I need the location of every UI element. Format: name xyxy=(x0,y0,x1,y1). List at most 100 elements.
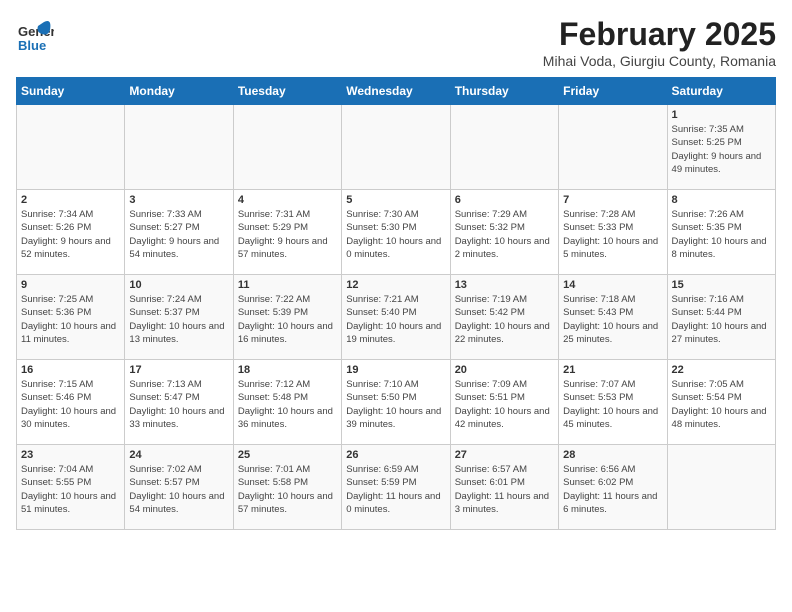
calendar-day-cell xyxy=(667,445,775,530)
calendar-day-cell: 26 Sunrise: 6:59 AM Sunset: 5:59 PM Dayli… xyxy=(342,445,450,530)
day-number: 27 xyxy=(455,449,554,461)
day-info: Sunrise: 7:10 AM Sunset: 5:50 PM Dayligh… xyxy=(346,378,445,431)
calendar-day-cell: 5 Sunrise: 7:30 AM Sunset: 5:30 PM Daylig… xyxy=(342,190,450,275)
day-number: 18 xyxy=(238,364,337,376)
calendar-day-cell: 9Sunrise: 7:25 AM Sunset: 5:36 PM Daylig… xyxy=(17,275,125,360)
day-number: 23 xyxy=(21,449,120,461)
calendar-day-cell: 15Sunrise: 7:16 AM Sunset: 5:44 PM Dayli… xyxy=(667,275,775,360)
svg-text:Blue: Blue xyxy=(18,38,46,53)
title-block: February 2025 Mihai Voda, Giurgiu County… xyxy=(543,16,776,69)
calendar-day-cell: 11 Sunrise: 7:22 AM Sunset: 5:39 PM Dayli… xyxy=(233,275,341,360)
day-number: 3 xyxy=(129,194,228,206)
day-number: 14 xyxy=(563,279,662,291)
day-info: Sunrise: 6:56 AM Sunset: 6:02 PM Dayligh… xyxy=(563,463,662,516)
day-number: 17 xyxy=(129,364,228,376)
month-title: February 2025 xyxy=(543,16,776,53)
day-info: Sunrise: 7:15 AM Sunset: 5:46 PM Dayligh… xyxy=(21,378,120,431)
calendar-day-cell: 28Sunrise: 6:56 AM Sunset: 6:02 PM Dayli… xyxy=(559,445,667,530)
day-info: Sunrise: 7:26 AM Sunset: 5:35 PM Dayligh… xyxy=(672,208,771,261)
calendar-week-row: 16 Sunrise: 7:15 AM Sunset: 5:46 PM Dayli… xyxy=(17,360,776,445)
calendar-day-cell xyxy=(450,105,558,190)
calendar-day-cell: 23 Sunrise: 7:04 AM Sunset: 5:55 PM Dayli… xyxy=(17,445,125,530)
day-number: 22 xyxy=(672,364,771,376)
calendar-day-cell: 12 Sunrise: 7:21 AM Sunset: 5:40 PM Dayli… xyxy=(342,275,450,360)
weekday-header-cell: Monday xyxy=(125,78,233,105)
calendar-day-cell xyxy=(17,105,125,190)
calendar-day-cell xyxy=(125,105,233,190)
day-number: 7 xyxy=(563,194,662,206)
weekday-header-cell: Thursday xyxy=(450,78,558,105)
day-number: 24 xyxy=(129,449,228,461)
day-number: 1 xyxy=(672,109,771,121)
day-info: Sunrise: 7:04 AM Sunset: 5:55 PM Dayligh… xyxy=(21,463,120,516)
day-info: Sunrise: 6:57 AM Sunset: 6:01 PM Dayligh… xyxy=(455,463,554,516)
calendar-day-cell: 25 Sunrise: 7:01 AM Sunset: 5:58 PM Dayli… xyxy=(233,445,341,530)
day-info: Sunrise: 7:18 AM Sunset: 5:43 PM Dayligh… xyxy=(563,293,662,346)
calendar-day-cell: 14 Sunrise: 7:18 AM Sunset: 5:43 PM Dayli… xyxy=(559,275,667,360)
day-info: Sunrise: 7:22 AM Sunset: 5:39 PM Dayligh… xyxy=(238,293,337,346)
calendar-day-cell: 24 Sunrise: 7:02 AM Sunset: 5:57 PM Dayli… xyxy=(125,445,233,530)
day-info: Sunrise: 7:19 AM Sunset: 5:42 PM Dayligh… xyxy=(455,293,554,346)
day-number: 12 xyxy=(346,279,445,291)
calendar-week-row: 23 Sunrise: 7:04 AM Sunset: 5:55 PM Dayli… xyxy=(17,445,776,530)
page-header: General Blue February 2025 Mihai Voda, G… xyxy=(16,16,776,69)
location-subtitle: Mihai Voda, Giurgiu County, Romania xyxy=(543,53,776,69)
weekday-header-cell: Wednesday xyxy=(342,78,450,105)
calendar-day-cell xyxy=(342,105,450,190)
calendar-day-cell: 19Sunrise: 7:10 AM Sunset: 5:50 PM Dayli… xyxy=(342,360,450,445)
day-info: Sunrise: 7:12 AM Sunset: 5:48 PM Dayligh… xyxy=(238,378,337,431)
calendar-day-cell: 21 Sunrise: 7:07 AM Sunset: 5:53 PM Dayli… xyxy=(559,360,667,445)
day-info: Sunrise: 7:34 AM Sunset: 5:26 PM Dayligh… xyxy=(21,208,120,261)
weekday-header-cell: Friday xyxy=(559,78,667,105)
day-info: Sunrise: 7:07 AM Sunset: 5:53 PM Dayligh… xyxy=(563,378,662,431)
calendar-table: SundayMondayTuesdayWednesdayThursdayFrid… xyxy=(16,77,776,530)
calendar-day-cell xyxy=(233,105,341,190)
day-number: 25 xyxy=(238,449,337,461)
calendar-week-row: 9Sunrise: 7:25 AM Sunset: 5:36 PM Daylig… xyxy=(17,275,776,360)
calendar-day-cell: 2 Sunrise: 7:34 AM Sunset: 5:26 PM Daylig… xyxy=(17,190,125,275)
calendar-day-cell: 8Sunrise: 7:26 AM Sunset: 5:35 PM Daylig… xyxy=(667,190,775,275)
calendar-day-cell: 7 Sunrise: 7:28 AM Sunset: 5:33 PM Daylig… xyxy=(559,190,667,275)
calendar-week-row: 1 Sunrise: 7:35 AM Sunset: 5:25 PM Daylig… xyxy=(17,105,776,190)
calendar-day-cell: 20Sunrise: 7:09 AM Sunset: 5:51 PM Dayli… xyxy=(450,360,558,445)
day-number: 4 xyxy=(238,194,337,206)
calendar-day-cell: 13 Sunrise: 7:19 AM Sunset: 5:42 PM Dayli… xyxy=(450,275,558,360)
calendar-day-cell: 1 Sunrise: 7:35 AM Sunset: 5:25 PM Daylig… xyxy=(667,105,775,190)
day-number: 16 xyxy=(21,364,120,376)
day-number: 13 xyxy=(455,279,554,291)
calendar-day-cell: 6 Sunrise: 7:29 AM Sunset: 5:32 PM Daylig… xyxy=(450,190,558,275)
day-info: Sunrise: 7:16 AM Sunset: 5:44 PM Dayligh… xyxy=(672,293,771,346)
day-number: 2 xyxy=(21,194,120,206)
day-info: Sunrise: 7:29 AM Sunset: 5:32 PM Dayligh… xyxy=(455,208,554,261)
day-info: Sunrise: 7:25 AM Sunset: 5:36 PM Dayligh… xyxy=(21,293,120,346)
day-number: 26 xyxy=(346,449,445,461)
calendar-day-cell: 17Sunrise: 7:13 AM Sunset: 5:47 PM Dayli… xyxy=(125,360,233,445)
calendar-body: 1 Sunrise: 7:35 AM Sunset: 5:25 PM Daylig… xyxy=(17,105,776,530)
day-number: 5 xyxy=(346,194,445,206)
day-number: 21 xyxy=(563,364,662,376)
day-info: Sunrise: 7:30 AM Sunset: 5:30 PM Dayligh… xyxy=(346,208,445,261)
day-number: 20 xyxy=(455,364,554,376)
weekday-header-row: SundayMondayTuesdayWednesdayThursdayFrid… xyxy=(17,78,776,105)
calendar-day-cell: 22Sunrise: 7:05 AM Sunset: 5:54 PM Dayli… xyxy=(667,360,775,445)
day-info: Sunrise: 7:35 AM Sunset: 5:25 PM Dayligh… xyxy=(672,123,771,176)
day-info: Sunrise: 7:28 AM Sunset: 5:33 PM Dayligh… xyxy=(563,208,662,261)
calendar-day-cell: 10Sunrise: 7:24 AM Sunset: 5:37 PM Dayli… xyxy=(125,275,233,360)
logo: General Blue xyxy=(16,16,54,54)
logo-icon: General Blue xyxy=(16,16,54,54)
day-info: Sunrise: 7:21 AM Sunset: 5:40 PM Dayligh… xyxy=(346,293,445,346)
calendar-day-cell: 4 Sunrise: 7:31 AM Sunset: 5:29 PM Daylig… xyxy=(233,190,341,275)
day-number: 10 xyxy=(129,279,228,291)
day-info: Sunrise: 6:59 AM Sunset: 5:59 PM Dayligh… xyxy=(346,463,445,516)
weekday-header-cell: Sunday xyxy=(17,78,125,105)
day-info: Sunrise: 7:31 AM Sunset: 5:29 PM Dayligh… xyxy=(238,208,337,261)
calendar-day-cell xyxy=(559,105,667,190)
calendar-week-row: 2 Sunrise: 7:34 AM Sunset: 5:26 PM Daylig… xyxy=(17,190,776,275)
day-info: Sunrise: 7:33 AM Sunset: 5:27 PM Dayligh… xyxy=(129,208,228,261)
day-info: Sunrise: 7:01 AM Sunset: 5:58 PM Dayligh… xyxy=(238,463,337,516)
day-number: 11 xyxy=(238,279,337,291)
day-info: Sunrise: 7:02 AM Sunset: 5:57 PM Dayligh… xyxy=(129,463,228,516)
calendar-day-cell: 16 Sunrise: 7:15 AM Sunset: 5:46 PM Dayli… xyxy=(17,360,125,445)
day-number: 6 xyxy=(455,194,554,206)
calendar-day-cell: 18 Sunrise: 7:12 AM Sunset: 5:48 PM Dayli… xyxy=(233,360,341,445)
